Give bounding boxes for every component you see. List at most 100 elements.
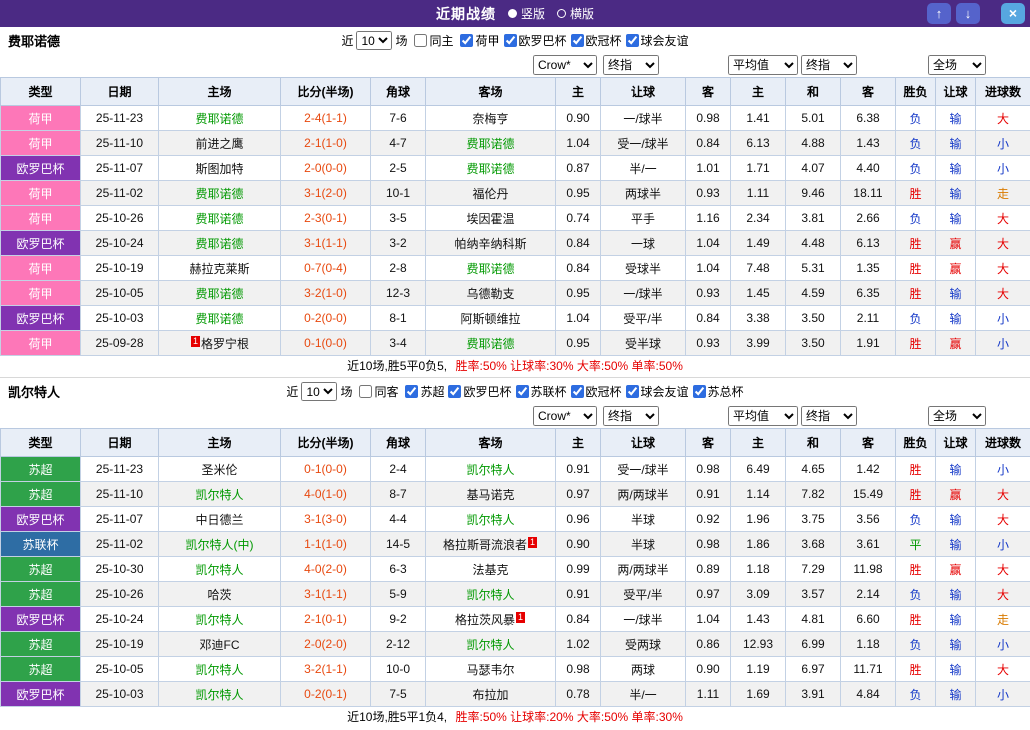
cell-result: 胜 [896, 256, 936, 281]
cell-handicap-home-odds: 0.84 [556, 256, 601, 281]
cell-date: 25-10-30 [81, 557, 159, 582]
league-checkbox-input[interactable] [460, 34, 473, 47]
cell-home-team: 1格罗宁根 [159, 331, 281, 356]
column-header: 日期 [81, 429, 159, 457]
league-checkbox-input[interactable] [571, 34, 584, 47]
cell-handicap: 受平/半 [601, 582, 686, 607]
league-checkbox-input[interactable] [448, 385, 461, 398]
league-filter-checkbox[interactable]: 欧罗巴杯 [444, 383, 511, 400]
cell-euro-away-odds: 1.18 [841, 632, 896, 657]
cell-handicap: 平手 [601, 206, 686, 231]
column-header: 客 [841, 429, 896, 457]
cell-handicap-home-odds: 0.78 [556, 682, 601, 707]
match-row: 苏联杯25-11-02凯尔特人(中)1-1(1-0)14-5格拉斯哥流浪者10.… [1, 532, 1030, 557]
average-odds-select[interactable]: 平均值 [728, 55, 798, 75]
league-checkbox-input[interactable] [626, 385, 639, 398]
cell-league: 苏超 [1, 582, 81, 607]
summary-line: 近10场,胜5平0负5, 胜率:50% 让球率:30% 大率:50% 单率:50… [0, 356, 1030, 377]
cell-handicap-away-odds: 1.01 [686, 156, 731, 181]
match-scope-select[interactable]: 全场 [928, 406, 986, 426]
cell-euro-draw-odds: 4.07 [786, 156, 841, 181]
column-header: 角球 [371, 429, 426, 457]
cell-date: 25-10-03 [81, 682, 159, 707]
league-filter-checkbox[interactable]: 欧罗巴杯 [500, 32, 567, 49]
league-filter-checkbox[interactable]: 苏联杯 [512, 383, 567, 400]
cell-date: 25-11-23 [81, 106, 159, 131]
league-filter-checkbox[interactable]: 欧冠杯 [567, 32, 622, 49]
bookmaker-select[interactable]: Crow* [533, 406, 597, 426]
cell-euro-home-odds: 1.14 [731, 482, 786, 507]
cell-euro-home-odds: 1.71 [731, 156, 786, 181]
bookmaker-select[interactable]: Crow* [533, 55, 597, 75]
match-count-select[interactable]: 10 [301, 382, 337, 401]
match-count-select[interactable]: 10 [356, 31, 392, 50]
match-row: 荷甲25-09-281格罗宁根0-1(0-0)3-4费耶诺德0.95受半球0.9… [1, 331, 1030, 356]
cell-score: 2-1(1-0) [281, 131, 371, 156]
league-filter-checkbox[interactable]: 欧冠杯 [567, 383, 622, 400]
cell-handicap-away-odds: 0.91 [686, 482, 731, 507]
cell-euro-home-odds: 3.99 [731, 331, 786, 356]
column-header: 让球 [936, 429, 976, 457]
cell-away-team: 格拉斯哥流浪者1 [426, 532, 556, 557]
cell-result: 负 [896, 507, 936, 532]
same-venue-checkbox[interactable]: 同客 [355, 383, 398, 400]
cell-euro-away-odds: 3.61 [841, 532, 896, 557]
same-venue-checkbox[interactable]: 同主 [410, 32, 453, 49]
cell-goals: 大 [976, 557, 1030, 582]
cell-goals: 小 [976, 306, 1030, 331]
cell-euro-away-odds: 6.38 [841, 106, 896, 131]
column-header: 让球 [936, 78, 976, 106]
league-filter-checkbox[interactable]: 苏总杯 [689, 383, 744, 400]
scroll-up-button[interactable]: ↑ [927, 3, 951, 24]
cell-handicap-result: 赢 [936, 557, 976, 582]
cell-away-team: 凯尔特人 [426, 507, 556, 532]
cell-handicap-result: 输 [936, 156, 976, 181]
cell-handicap: 一/球半 [601, 281, 686, 306]
league-checkbox-input[interactable] [405, 385, 418, 398]
final-odds-select[interactable]: 终指 [603, 406, 659, 426]
league-checkbox-input[interactable] [571, 385, 584, 398]
match-scope-select[interactable]: 全场 [928, 55, 986, 75]
scroll-down-button[interactable]: ↓ [956, 3, 980, 24]
final-odds-select-2[interactable]: 终指 [801, 406, 857, 426]
cell-handicap: 一球 [601, 231, 686, 256]
cell-date: 25-11-10 [81, 482, 159, 507]
final-odds-select[interactable]: 终指 [603, 55, 659, 75]
league-filter-checkbox[interactable]: 球会友谊 [622, 32, 689, 49]
cell-handicap-away-odds: 0.86 [686, 632, 731, 657]
league-checkbox-input[interactable] [516, 385, 529, 398]
cell-home-team: 费耶诺德 [159, 231, 281, 256]
cell-euro-away-odds: 4.84 [841, 682, 896, 707]
league-filter-checkbox[interactable]: 苏超 [401, 383, 444, 400]
arrow-down-icon: ↓ [965, 6, 972, 21]
layout-radio-horizontal[interactable]: 横版 [557, 5, 594, 22]
cell-euro-away-odds: 6.60 [841, 607, 896, 632]
cell-score: 0-1(0-0) [281, 457, 371, 482]
average-odds-select[interactable]: 平均值 [728, 406, 798, 426]
match-row: 欧罗巴杯25-11-07斯图加特2-0(0-0)2-5费耶诺德0.87半/一1.… [1, 156, 1030, 181]
cell-handicap-result: 输 [936, 607, 976, 632]
match-row: 苏超25-10-26哈茨3-1(1-1)5-9凯尔特人0.91受平/半0.973… [1, 582, 1030, 607]
league-checkbox-input[interactable] [626, 34, 639, 47]
same-venue-checkbox-input[interactable] [414, 34, 427, 47]
league-checkbox-input[interactable] [504, 34, 517, 47]
radio-unselected-icon [557, 9, 566, 18]
match-row: 荷甲25-10-26费耶诺德2-3(0-1)3-5埃因霍温0.74平手1.162… [1, 206, 1030, 231]
cell-goals: 大 [976, 231, 1030, 256]
same-venue-checkbox-input[interactable] [359, 385, 372, 398]
cell-handicap-home-odds: 0.99 [556, 557, 601, 582]
league-checkbox-label: 苏超 [420, 383, 444, 400]
cell-home-team: 圣米伦 [159, 457, 281, 482]
cell-goals: 大 [976, 507, 1030, 532]
cell-euro-away-odds: 2.66 [841, 206, 896, 231]
final-odds-select-2[interactable]: 终指 [801, 55, 857, 75]
cell-corner: 8-7 [371, 482, 426, 507]
league-filter-checkbox[interactable]: 荷甲 [456, 32, 499, 49]
cell-date: 25-11-10 [81, 131, 159, 156]
close-button[interactable]: × [1001, 3, 1025, 24]
layout-radio-vertical[interactable]: 竖版 [508, 5, 545, 22]
league-filter-checkbox[interactable]: 球会友谊 [622, 383, 689, 400]
cell-euro-home-odds: 1.43 [731, 607, 786, 632]
league-checkbox-input[interactable] [693, 385, 706, 398]
cell-away-team: 布拉加 [426, 682, 556, 707]
